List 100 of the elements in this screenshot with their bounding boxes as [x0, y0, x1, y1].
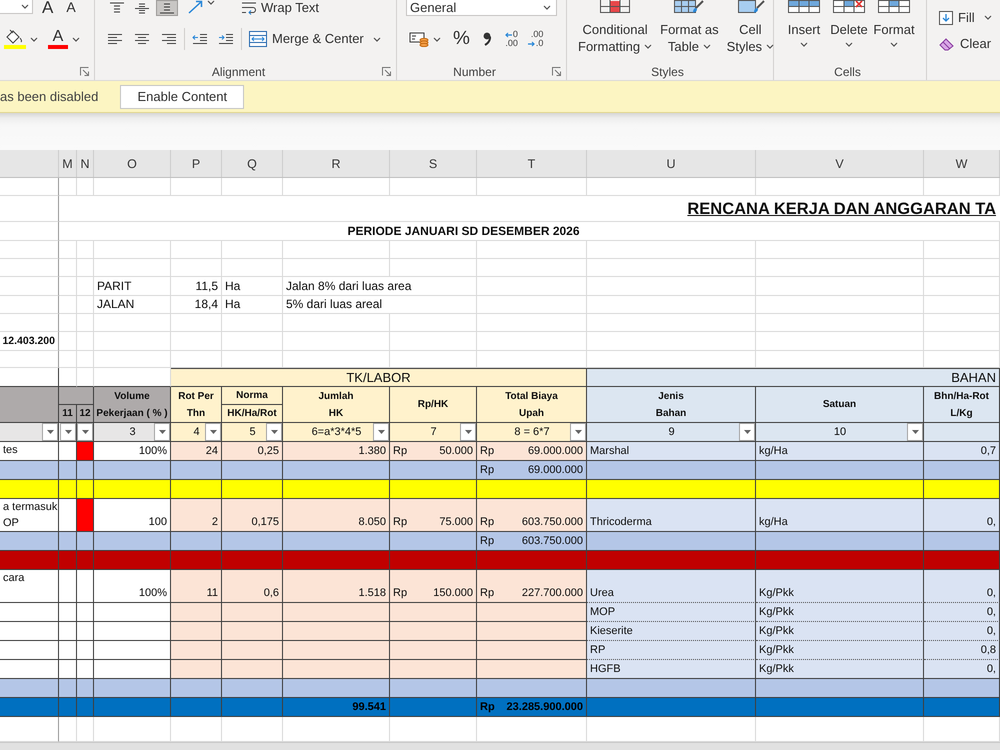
grow-font-button[interactable]: A: [42, 0, 54, 15]
filter-dropdown-button[interactable]: [570, 423, 586, 441]
align-center-button[interactable]: [134, 33, 150, 45]
cell-value: 75.000: [439, 515, 473, 529]
table-cell: [222, 603, 283, 622]
empty-cell: [222, 332, 283, 351]
font-color-button[interactable]: A: [48, 29, 68, 49]
column-letter[interactable]: W: [924, 150, 1000, 177]
filter-dropdown-button[interactable]: [266, 423, 282, 441]
dropdown-arrow-icon: [82, 430, 88, 434]
fill-color-button[interactable]: [4, 29, 26, 49]
column-letter[interactable]: Q: [222, 150, 283, 177]
comma-style-button[interactable]: [482, 32, 491, 46]
conditional-formatting-button[interactable]: Conditional Formatting: [575, 0, 656, 63]
filter-dropdown-button[interactable]: [460, 423, 476, 441]
column-header: Norma: [222, 387, 283, 405]
align-left-icon: [107, 33, 123, 45]
column-letter[interactable]: P: [171, 150, 222, 177]
wrap-text-button[interactable]: Wrap Text: [241, 0, 320, 15]
left-arrow-icon: [504, 32, 512, 38]
dropdown-arrow-icon: [158, 430, 166, 434]
eraser-icon: [939, 36, 955, 50]
cell-value: 99.541: [283, 698, 390, 717]
accounting-format-button[interactable]: [409, 31, 429, 47]
column-letter[interactable]: R: [283, 150, 390, 177]
orientation-button[interactable]: [187, 0, 203, 14]
decrease-decimal-button[interactable]: .00 .0: [528, 30, 544, 48]
table-cell: Kg/Pkk: [756, 660, 924, 679]
column-letter[interactable]: O: [94, 150, 171, 177]
increase-decimal-button[interactable]: 0 .00: [504, 30, 518, 48]
insert-button[interactable]: Insert: [782, 0, 826, 63]
column-letter[interactable]: M: [59, 150, 77, 177]
column-header: Rot Per Thn: [171, 387, 222, 423]
fill-button[interactable]: Fill: [939, 9, 1000, 26]
column-letter[interactable]: N: [77, 150, 94, 177]
shrink-font-button[interactable]: A: [66, 0, 76, 15]
table-cell: 0,7: [924, 442, 1000, 461]
cell-styles-button[interactable]: Cell Styles: [724, 0, 778, 63]
filter-dropdown-button[interactable]: [42, 423, 58, 441]
empty-cell: [59, 698, 77, 717]
clear-button[interactable]: Clear: [939, 35, 1000, 52]
caret-icon: [207, 0, 215, 5]
table-cell: 0,: [924, 660, 1000, 679]
decrease-indent-button[interactable]: [192, 33, 208, 45]
filter-dropdown-button[interactable]: [373, 423, 389, 441]
area-value: 11,5: [171, 277, 222, 296]
filter-dropdown-button[interactable]: [739, 423, 755, 441]
number-format-field[interactable]: General: [406, 0, 557, 16]
empty-cell: [59, 241, 77, 259]
insert-cells-icon: [788, 0, 820, 13]
empty-cell: [59, 277, 77, 296]
filter-dropdown-button[interactable]: [205, 423, 221, 441]
column-number: 10: [832, 425, 848, 440]
diagonal-arrow-icon: [187, 0, 203, 14]
caret-icon: [372, 36, 381, 42]
format-as-table-button[interactable]: Format as Table: [657, 0, 722, 63]
enable-content-button[interactable]: Enable Content: [120, 84, 244, 108]
currency-symbol: Rp: [480, 586, 494, 600]
align-right-button[interactable]: [161, 33, 177, 45]
table-cell: [171, 603, 222, 622]
caret-icon: [845, 42, 853, 46]
currency-symbol: Rp: [393, 515, 408, 529]
table-cell: [171, 660, 222, 679]
empty-cell: [77, 332, 94, 351]
filter-dropdown-button[interactable]: [907, 423, 923, 441]
cell-value: 50.000: [439, 444, 473, 458]
merge-center-button[interactable]: Merge & Center: [249, 31, 364, 47]
currency-symbol: Rp: [393, 444, 408, 458]
caret-icon: [702, 44, 711, 49]
align-left-button[interactable]: [107, 33, 123, 45]
format-button[interactable]: Format: [872, 0, 916, 63]
currency-symbol: Rp: [480, 444, 494, 458]
table-cell: Kg/Pkk: [756, 622, 924, 641]
column-letter[interactable]: V: [756, 150, 924, 177]
table-cell: 11: [171, 570, 222, 603]
column-number: 7: [429, 425, 438, 440]
filter-dropdown-button[interactable]: [154, 423, 170, 441]
item-label: cara: [0, 570, 59, 603]
percent-style-button[interactable]: %: [453, 29, 470, 49]
cell-value: 69.000.000: [528, 444, 583, 458]
area-label: PARIT: [94, 277, 171, 296]
column-header: HK/Ha/Rot: [222, 405, 283, 423]
increase-indent-button[interactable]: [218, 33, 234, 45]
cell-value: 150.000: [433, 586, 473, 600]
empty-cell: [171, 332, 222, 351]
column-letter[interactable]: S: [390, 150, 477, 177]
table-cell: [171, 622, 222, 641]
table-cell: Kg/Pkk: [756, 603, 924, 622]
table-cell: [222, 622, 283, 641]
group-header: BAHAN: [587, 368, 1000, 387]
column-letter[interactable]: T: [477, 150, 587, 177]
sheet-title: RENCANA KERJA DAN ANGGARAN TA: [687, 200, 996, 219]
align-bottom-button[interactable]: [156, 0, 178, 16]
empty-cell: [0, 259, 59, 277]
delete-button[interactable]: Delete: [827, 0, 871, 63]
table-cell: [222, 641, 283, 660]
column-letter[interactable]: U: [587, 150, 756, 177]
table-cell: 24: [171, 442, 222, 461]
dropdown-arrow-icon: [46, 430, 54, 434]
font-size-field[interactable]: [0, 0, 33, 14]
